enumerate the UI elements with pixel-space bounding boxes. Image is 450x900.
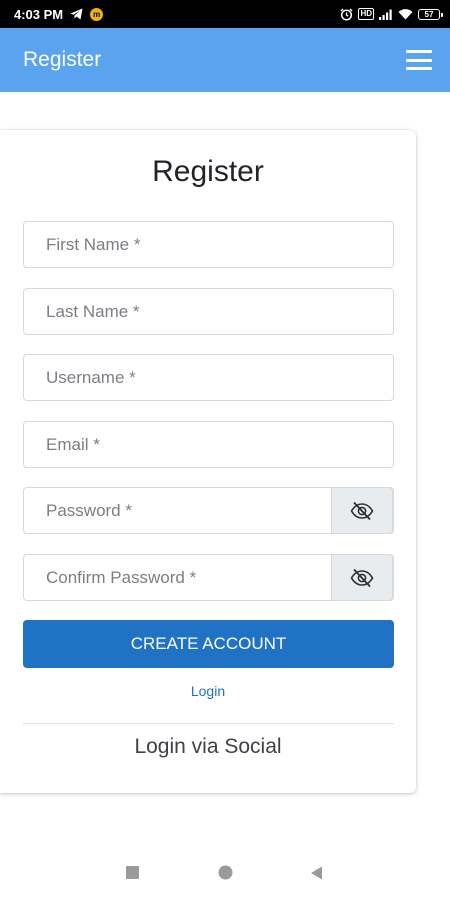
recent-apps-icon[interactable] [126,866,139,884]
status-time: 4:03 PM [14,6,64,22]
login-link[interactable]: Login [0,683,416,699]
confirm-password-visibility-toggle[interactable] [331,554,393,601]
first-name-field[interactable] [23,221,394,268]
battery-icon: 57 [418,8,443,20]
home-icon[interactable] [218,865,233,885]
social-login-heading: Login via Social [134,735,282,758]
last-name-field[interactable] [23,288,394,335]
password-field[interactable] [23,487,394,534]
alarm-icon [340,8,353,21]
eye-slash-icon [350,568,374,587]
sim-label: HD [358,8,374,20]
page-title: Register [152,155,264,188]
notification-badge-icon: m [90,7,104,21]
last-name-input[interactable] [24,289,393,334]
app-bar-title: Register [23,48,102,71]
signal-icon [379,9,393,20]
battery-level: 57 [424,9,434,19]
email-input[interactable] [24,422,393,467]
username-field[interactable] [23,354,394,401]
status-bar: 4:03 PM m HD 57 [0,0,450,28]
password-input[interactable] [24,488,332,533]
telegram-icon [70,8,83,20]
create-account-button[interactable]: CREATE ACCOUNT [23,620,394,668]
username-input[interactable] [24,355,393,400]
confirm-password-input[interactable] [24,555,332,600]
hamburger-menu-icon[interactable] [406,50,432,70]
back-icon[interactable] [310,866,323,885]
password-visibility-toggle[interactable] [331,487,393,534]
eye-slash-icon [350,501,374,520]
email-field[interactable] [23,421,394,468]
first-name-input[interactable] [24,222,393,267]
app-bar: Register [0,28,450,92]
wifi-icon [398,8,413,20]
confirm-password-field[interactable] [23,554,394,601]
divider [23,723,394,724]
